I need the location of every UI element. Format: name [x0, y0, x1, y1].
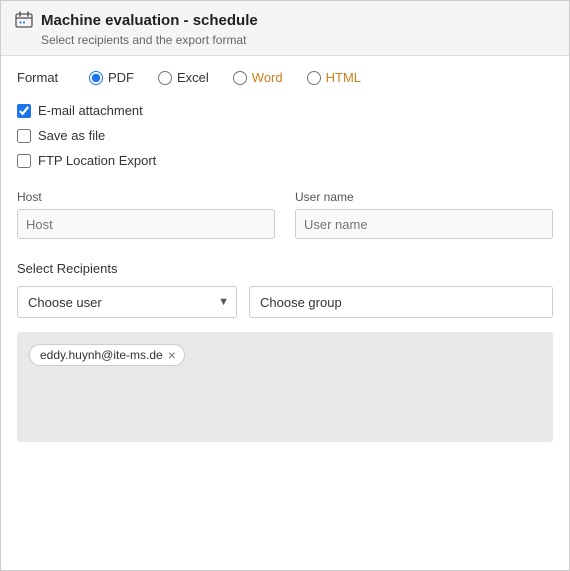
radio-word-input[interactable]	[233, 71, 247, 85]
choose-user-select[interactable]: Choose user	[17, 286, 237, 318]
content-area: Format PDF Excel Word HTML E-mai	[1, 56, 569, 442]
email-tags-area: eddy.huynh@ite-ms.de ×	[17, 332, 553, 442]
recipients-section: Select Recipients Choose user ▼ Choose g…	[17, 261, 553, 318]
checkbox-group: E-mail attachment Save as file FTP Locat…	[17, 103, 553, 168]
window-title: Machine evaluation - schedule	[41, 12, 258, 29]
host-label: Host	[17, 190, 275, 204]
checkbox-email-input[interactable]	[17, 104, 31, 118]
checkbox-email-label: E-mail attachment	[38, 103, 143, 118]
radio-html-input[interactable]	[307, 71, 321, 85]
recipients-section-label: Select Recipients	[17, 261, 553, 276]
checkbox-savefile-input[interactable]	[17, 129, 31, 143]
radio-pdf-label: PDF	[108, 70, 134, 85]
radio-excel-input[interactable]	[158, 71, 172, 85]
choose-group-label: Choose group	[260, 295, 342, 310]
format-label: Format	[17, 70, 65, 85]
radio-pdf[interactable]: PDF	[89, 70, 134, 85]
title-bar: Machine evaluation - schedule Select rec…	[1, 1, 569, 56]
checkbox-ftp[interactable]: FTP Location Export	[17, 153, 553, 168]
format-row: Format PDF Excel Word HTML	[17, 70, 553, 85]
radio-word[interactable]: Word	[233, 70, 283, 85]
radio-html[interactable]: HTML	[307, 70, 361, 85]
main-window: Machine evaluation - schedule Select rec…	[0, 0, 570, 571]
radio-html-label: HTML	[326, 70, 361, 85]
host-input[interactable]	[17, 209, 275, 239]
username-label: User name	[295, 190, 553, 204]
username-field-group: User name	[295, 190, 553, 239]
checkbox-savefile-label: Save as file	[38, 128, 105, 143]
radio-word-label: Word	[252, 70, 283, 85]
username-input[interactable]	[295, 209, 553, 239]
host-field-group: Host	[17, 190, 275, 239]
email-tag-0: eddy.huynh@ite-ms.de ×	[29, 344, 185, 366]
choose-user-wrapper: Choose user ▼	[17, 286, 237, 318]
checkbox-email[interactable]: E-mail attachment	[17, 103, 553, 118]
radio-excel[interactable]: Excel	[158, 70, 209, 85]
window-subtitle: Select recipients and the export format	[15, 33, 555, 47]
email-tag-address: eddy.huynh@ite-ms.de	[40, 348, 163, 362]
checkbox-ftp-input[interactable]	[17, 154, 31, 168]
schedule-icon	[15, 11, 33, 29]
radio-excel-label: Excel	[177, 70, 209, 85]
checkbox-ftp-label: FTP Location Export	[38, 153, 156, 168]
radio-pdf-input[interactable]	[89, 71, 103, 85]
email-tag-close-icon[interactable]: ×	[168, 348, 176, 362]
choose-group-button[interactable]: Choose group	[249, 286, 553, 318]
host-user-row: Host User name	[17, 190, 553, 239]
recipients-row: Choose user ▼ Choose group	[17, 286, 553, 318]
checkbox-savefile[interactable]: Save as file	[17, 128, 553, 143]
